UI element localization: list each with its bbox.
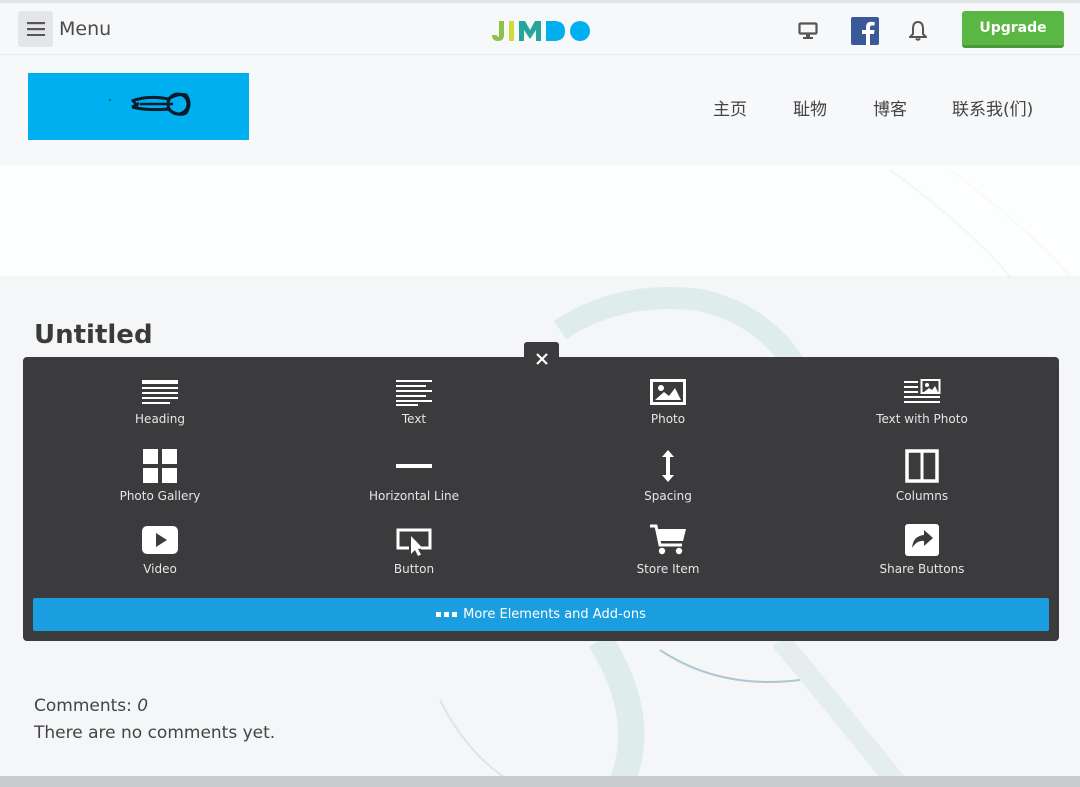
close-panel-button[interactable] (524, 342, 559, 376)
tile-share-buttons[interactable]: Share Buttons (822, 524, 1022, 590)
tile-label: Spacing (644, 489, 692, 503)
tile-spacing[interactable]: Spacing (568, 449, 768, 515)
tile-label: Photo Gallery (119, 489, 201, 503)
comments-count: 0 (137, 696, 149, 716)
comments-label: Comments: (34, 696, 132, 716)
desktop-preview-icon[interactable] (796, 17, 820, 45)
more-elements-label: More Elements and Add-ons (463, 607, 646, 622)
tile-label: Text (401, 412, 427, 426)
facebook-icon[interactable] (851, 17, 879, 45)
horizontal-line-icon (396, 464, 432, 468)
site-header: 主页 耻物 博客 联系我(们) (0, 55, 1080, 166)
tile-label: Text with Photo (876, 412, 968, 426)
tile-columns[interactable]: Columns (822, 449, 1022, 515)
tile-text-with-photo[interactable]: Text with Photo (822, 378, 1022, 444)
nav-item-home[interactable]: 主页 (713, 95, 747, 120)
comments-count-line: Comments: 0 (34, 693, 275, 720)
no-comments-text: There are no comments yet. (34, 723, 276, 743)
cart-icon (650, 524, 686, 555)
share-icon (905, 524, 939, 556)
page-title[interactable]: Untitled (34, 320, 153, 350)
hamburger-icon (18, 11, 53, 47)
header-image-band (0, 166, 1080, 276)
tile-label: Video (143, 562, 177, 576)
more-dots-icon (436, 612, 458, 617)
tile-label: Horizontal Line (368, 489, 460, 503)
tile-label: Store Item (636, 562, 700, 576)
tile-heading[interactable]: Heading (60, 378, 260, 444)
photo-icon (650, 379, 686, 405)
bell-icon[interactable] (907, 17, 929, 45)
add-element-panel: Heading Text Photo Text with Photo Photo… (23, 357, 1059, 641)
spacing-icon (662, 450, 674, 482)
bottom-strip (0, 776, 1080, 787)
nav-item-2[interactable]: 耻物 (793, 95, 827, 120)
tile-label: Photo (650, 412, 686, 426)
heading-icon (142, 380, 178, 404)
columns-icon (905, 449, 939, 483)
tile-store-item[interactable]: Store Item (568, 524, 768, 590)
tile-horizontal-line[interactable]: Horizontal Line (314, 449, 514, 515)
tile-label: Button (393, 562, 435, 576)
more-elements-button[interactable]: More Elements and Add-ons (33, 598, 1049, 631)
jimdo-logo (490, 17, 594, 45)
admin-topbar: Menu Upgrade (0, 0, 1080, 55)
upgrade-button[interactable]: Upgrade (962, 11, 1064, 48)
tile-video[interactable]: Video (60, 524, 260, 590)
fish-logo-icon (109, 92, 191, 116)
tile-label: Columns (895, 489, 949, 503)
video-icon (142, 526, 178, 554)
tile-photo[interactable]: Photo (568, 378, 768, 444)
menu-label: Menu (59, 18, 112, 40)
text-with-photo-icon (904, 379, 941, 403)
tile-photo-gallery[interactable]: Photo Gallery (60, 449, 260, 515)
photo-gallery-icon (143, 449, 177, 483)
tile-button[interactable]: Button (314, 524, 514, 590)
site-logo[interactable] (28, 73, 249, 140)
comments-section: Comments: 0 There are no comments yet. (34, 693, 275, 747)
text-icon (396, 380, 432, 406)
tile-text[interactable]: Text (314, 378, 514, 444)
button-icon (396, 528, 432, 556)
tile-label: Heading (135, 412, 185, 426)
tile-label: Share Buttons (879, 562, 965, 576)
menu-button[interactable]: Menu (18, 11, 111, 47)
nav-item-blog[interactable]: 博客 (873, 95, 907, 120)
close-icon (535, 353, 548, 365)
nav-item-contact[interactable]: 联系我(们) (952, 95, 1033, 120)
